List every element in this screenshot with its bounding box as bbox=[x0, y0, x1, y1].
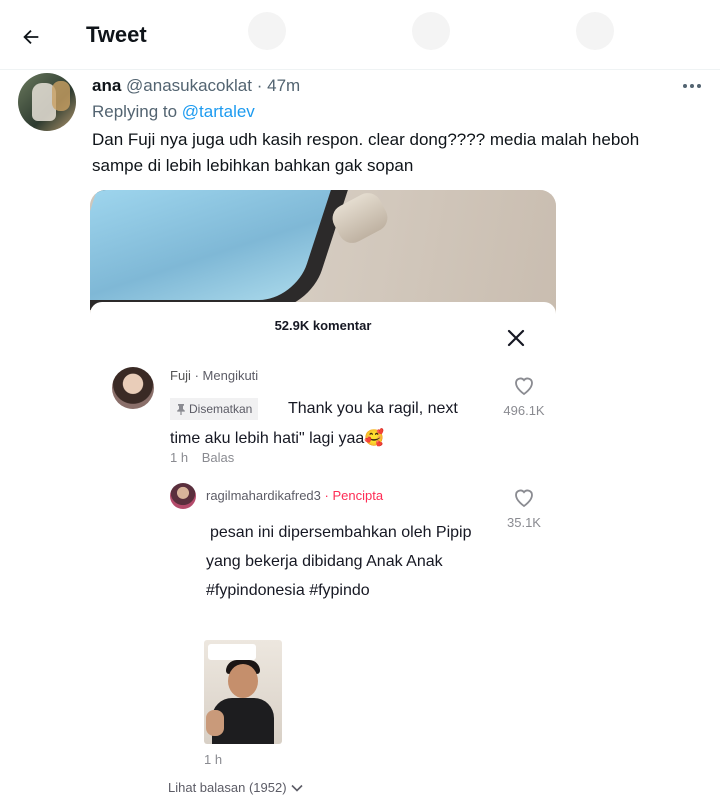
comment-user-line: Fuji · Mengikuti bbox=[170, 368, 258, 383]
comments-count-title: 52.9K komentar bbox=[274, 318, 372, 333]
mention-link[interactable]: @tartalev bbox=[182, 102, 255, 121]
tweet-time[interactable]: 47m bbox=[267, 76, 300, 95]
separator: · bbox=[194, 368, 199, 383]
comment-username[interactable]: Fuji bbox=[170, 368, 191, 383]
heart-icon bbox=[515, 377, 533, 396]
ghost-icon bbox=[412, 12, 450, 50]
view-replies-label: Lihat balasan (1952) bbox=[168, 780, 287, 795]
author-handle[interactable]: @anasukacoklat bbox=[126, 76, 252, 95]
like-button[interactable]: 496.1K bbox=[498, 374, 550, 418]
view-replies-button[interactable]: Lihat balasan (1952) bbox=[168, 780, 303, 795]
ghost-icon bbox=[248, 12, 286, 50]
top-bar: Tweet bbox=[0, 0, 720, 70]
creator-badge: Pencipta bbox=[332, 488, 384, 503]
pin-icon bbox=[177, 404, 185, 415]
heart-icon bbox=[515, 489, 533, 508]
video-thumbnail[interactable] bbox=[204, 640, 282, 744]
tweet-text-line: Dan Fuji nya juga udh kasih respon. clea… bbox=[92, 130, 640, 149]
ghost-icon bbox=[576, 12, 614, 50]
more-options-button[interactable] bbox=[678, 76, 706, 96]
like-count: 35.1K bbox=[507, 515, 541, 530]
more-dots-icon bbox=[683, 84, 687, 88]
reply-time: 1 h bbox=[204, 752, 223, 767]
replying-prefix: Replying to bbox=[92, 102, 178, 121]
commenter-avatar[interactable] bbox=[112, 367, 154, 409]
media-photo bbox=[90, 190, 556, 320]
reply-avatar[interactable] bbox=[170, 483, 196, 509]
comment-time: 1 h bbox=[170, 450, 189, 465]
like-button[interactable]: 35.1K bbox=[498, 486, 550, 530]
page-title: Tweet bbox=[86, 22, 147, 47]
reply-text: pesan ini dipersembahkan oleh Pipip yang… bbox=[206, 524, 472, 599]
author-name[interactable]: ana bbox=[92, 76, 121, 95]
pinned-badge: Disematkan bbox=[170, 398, 259, 420]
like-count: 496.1K bbox=[503, 403, 545, 418]
reply-user-line: ragilmahardikafred3 · Pencipta bbox=[206, 488, 383, 503]
tweet-header: ana @anasukacoklat · 47m bbox=[92, 76, 300, 96]
tweet-media[interactable]: 52.9K komentar Fuji · Mengikuti Thank yo… bbox=[90, 190, 556, 800]
chevron-down-icon bbox=[290, 784, 303, 792]
close-icon bbox=[507, 329, 525, 347]
pinned-label: Disematkan bbox=[189, 402, 253, 416]
reply-button[interactable]: Balas bbox=[202, 450, 235, 465]
separator: · bbox=[324, 488, 329, 503]
comment-meta: 1 h Balas bbox=[170, 450, 234, 465]
tweet-text-line: sampe di lebih lebihkan bahkan gak sopan bbox=[92, 156, 414, 175]
replying-to: Replying to @tartalev bbox=[92, 102, 255, 122]
comments-panel: 52.9K komentar Fuji · Mengikuti Thank yo… bbox=[90, 302, 556, 800]
tweet-text: Dan Fuji nya juga udh kasih respon. clea… bbox=[92, 127, 692, 179]
reply-username[interactable]: ragilmahardikafred3 bbox=[206, 488, 321, 503]
back-button[interactable] bbox=[14, 20, 48, 54]
avatar[interactable] bbox=[18, 73, 76, 131]
separator: · bbox=[256, 76, 263, 95]
follow-status: Mengikuti bbox=[202, 368, 259, 383]
close-button[interactable] bbox=[504, 326, 528, 350]
arrow-left-icon bbox=[23, 29, 39, 45]
